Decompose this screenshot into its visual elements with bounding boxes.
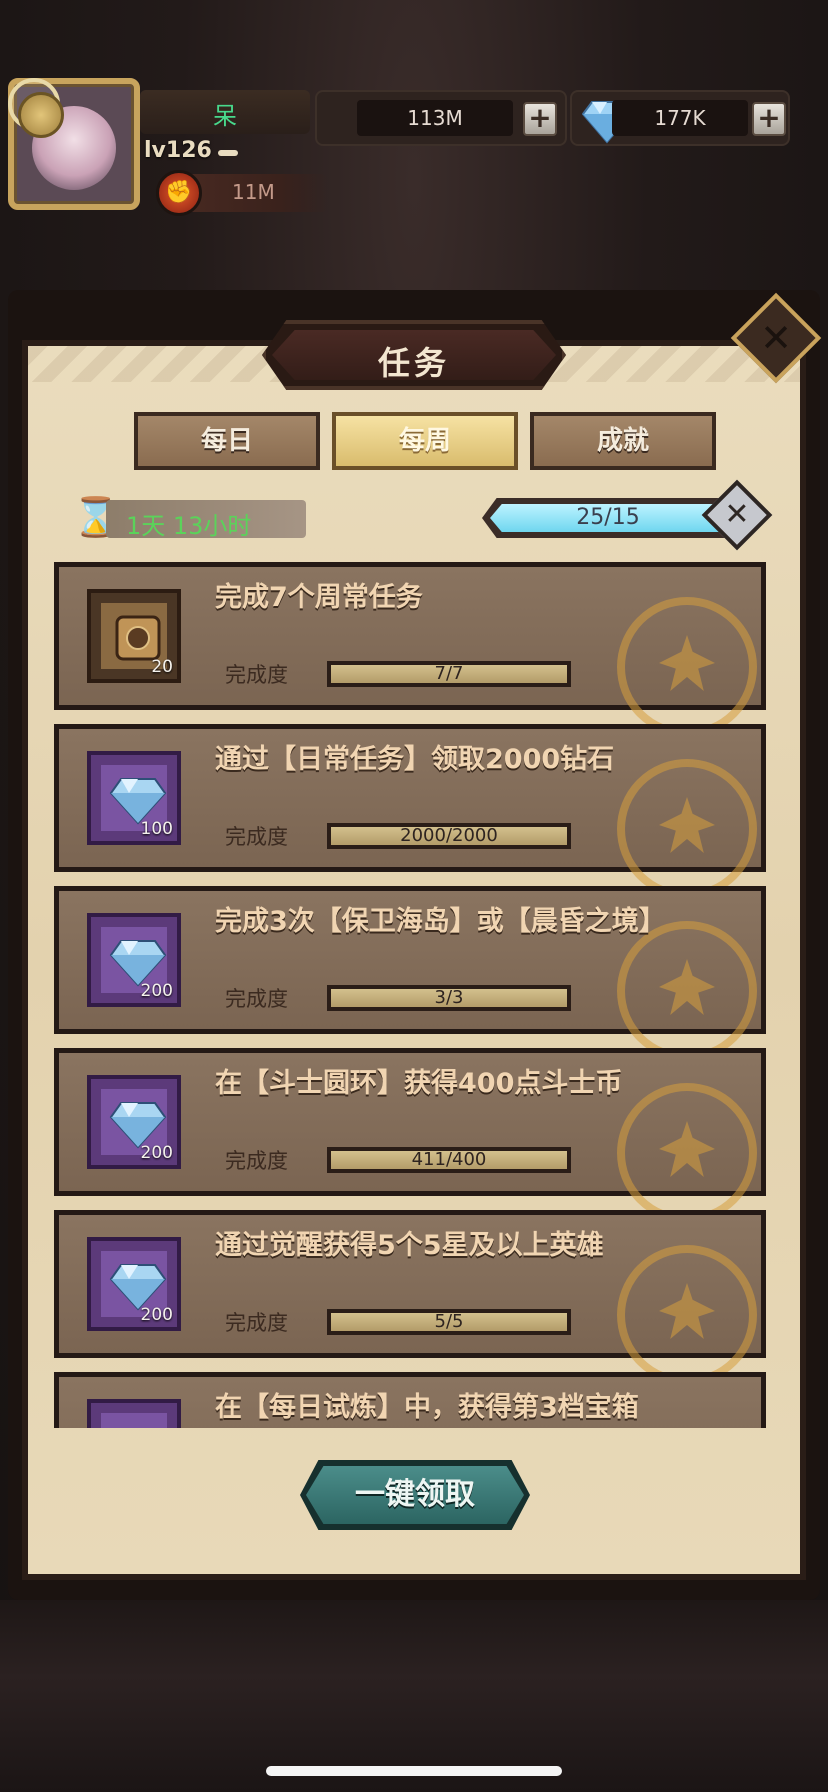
- task-progress-bar: 411/400: [327, 1147, 571, 1173]
- completed-stamp-icon: [617, 597, 757, 737]
- collect-all-label[interactable]: 一键领取: [300, 1460, 530, 1530]
- task-progress-text: 411/400: [411, 1149, 487, 1170]
- time-remaining: 1天 13小时: [126, 512, 252, 540]
- gem-resource-bar: 177K +: [570, 90, 790, 146]
- task-card[interactable]: 20 完成7个周常任务 完成度 7/7: [54, 562, 766, 737]
- add-gold-button[interactable]: +: [523, 102, 557, 136]
- task-title: 在【每日试炼】中，获得第3档宝箱: [215, 1392, 639, 1423]
- completed-stamp-icon: [617, 759, 757, 899]
- task-card[interactable]: 在【每日试炼】中，获得第3档宝箱: [54, 1372, 766, 1428]
- task-card[interactable]: 200 通过觉醒获得5个5星及以上英雄 完成度 5/5: [54, 1210, 766, 1385]
- reward-item[interactable]: 100: [87, 751, 181, 845]
- level-progress-bar: [218, 150, 238, 156]
- task-title: 通过【日常任务】领取2000钻石: [215, 744, 615, 775]
- completed-stamp-icon: [617, 1245, 757, 1385]
- reward-count: 20: [151, 657, 173, 677]
- fist-icon: ✊: [156, 170, 202, 216]
- task-list[interactable]: 20 完成7个周常任务 完成度 7/7 100 通过【日常任务】领取2000钻石…: [54, 562, 766, 1428]
- diamond-icon: [109, 940, 167, 987]
- player-level: lv126: [144, 138, 212, 163]
- completed-stamp-icon: [617, 921, 757, 1061]
- add-gems-button[interactable]: +: [752, 102, 786, 136]
- completion-label: 完成度: [225, 825, 288, 849]
- close-icon[interactable]: ✕: [744, 306, 808, 370]
- player-name: 呆: [213, 102, 237, 130]
- tab-achievements[interactable]: 成就: [530, 412, 716, 470]
- top-hud: 呆 lv126 ✊ 11M 113M + 177K +: [0, 70, 828, 230]
- weekly-progress-text: 25/15: [576, 505, 640, 530]
- reward-item[interactable]: 200: [87, 1075, 181, 1169]
- background-footer: [0, 1600, 828, 1792]
- reward-item[interactable]: [87, 1399, 181, 1428]
- timer-box: 1天 13小时: [106, 500, 306, 540]
- reward-item[interactable]: 20: [87, 589, 181, 683]
- task-progress-text: 7/7: [434, 663, 464, 684]
- task-progress-text: 3/3: [434, 987, 464, 1008]
- completion-label: 完成度: [225, 1149, 288, 1173]
- gold-value: 113M: [407, 106, 463, 130]
- reward-item[interactable]: 200: [87, 913, 181, 1007]
- diamond-icon: [109, 778, 167, 825]
- task-progress-bar: 3/3: [327, 985, 571, 1011]
- reward-count: 200: [140, 1305, 173, 1325]
- reward-item-bg: [101, 1413, 167, 1428]
- hourglass-icon: ⌛: [72, 495, 120, 539]
- task-card[interactable]: 200 完成3次【保卫海岛】或【晨昏之境】 完成度 3/3: [54, 886, 766, 1061]
- gold-coin-icon: [18, 92, 64, 138]
- task-title: 通过觉醒获得5个5星及以上英雄: [215, 1230, 604, 1261]
- completed-stamp-icon: [617, 1083, 757, 1223]
- reward-count: 200: [140, 981, 173, 1001]
- reward-count: 200: [140, 1143, 173, 1163]
- tab-weekly[interactable]: 每周: [332, 412, 518, 470]
- dialog-title-banner: 任务: [262, 320, 566, 390]
- task-progress-text: 5/5: [434, 1311, 464, 1332]
- task-progress-bar: 2000/2000: [327, 823, 571, 849]
- diamond-icon: [109, 1264, 167, 1311]
- completion-label: 完成度: [225, 663, 288, 687]
- task-progress-bar: 5/5: [327, 1309, 571, 1335]
- gold-resource-bar: 113M +: [315, 90, 567, 146]
- dialog-title: 任务: [377, 344, 450, 382]
- power-value: 11M: [232, 180, 275, 204]
- gem-value: 177K: [654, 106, 706, 130]
- task-title: 在【斗士圆环】获得400点斗士币: [215, 1068, 623, 1099]
- rune-book-icon: [115, 615, 161, 661]
- home-indicator[interactable]: [266, 1766, 562, 1776]
- reward-item[interactable]: 200: [87, 1237, 181, 1331]
- diamond-icon: [109, 1102, 167, 1149]
- completion-label: 完成度: [225, 1311, 288, 1335]
- task-progress-text: 2000/2000: [400, 825, 498, 846]
- task-card[interactable]: 100 通过【日常任务】领取2000钻石 完成度 2000/2000: [54, 724, 766, 899]
- task-progress-bar: 7/7: [327, 661, 571, 687]
- gem-value-box: 177K: [612, 100, 748, 136]
- player-name-bar: 呆: [140, 90, 310, 134]
- crossed-swords-icon[interactable]: ✕: [712, 490, 762, 540]
- task-title: 完成3次【保卫海岛】或【晨昏之境】: [215, 906, 666, 937]
- task-title: 完成7个周常任务: [215, 582, 423, 613]
- gold-value-box: 113M: [357, 100, 513, 136]
- reward-count: 100: [140, 819, 173, 839]
- task-card[interactable]: 200 在【斗士圆环】获得400点斗士币 完成度 411/400: [54, 1048, 766, 1223]
- tab-daily[interactable]: 每日: [134, 412, 320, 470]
- completion-label: 完成度: [225, 987, 288, 1011]
